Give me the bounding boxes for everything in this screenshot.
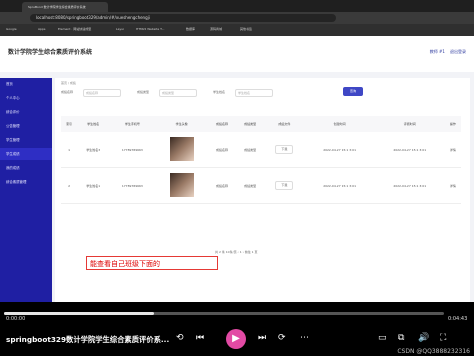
breadcrumb: 首页 / 成绩 [61, 81, 76, 85]
bookmark-item[interactable]: Element · 网站快速成型 [58, 27, 91, 31]
filter-label: 成绩名称 [61, 90, 74, 94]
cell-index: 2 [61, 167, 78, 204]
column-header: 学生头像 [155, 116, 208, 132]
column-header: 成绩名称 [207, 116, 237, 132]
browser-tab[interactable]: SpruBond 数计学院学生综合素质评价系统 [22, 2, 108, 12]
watermark: CSDN @QQ3888232316 [397, 348, 470, 355]
download-button[interactable]: 下载 [275, 181, 294, 190]
cell-avatar [155, 167, 208, 204]
bookmark-item[interactable]: Google [6, 27, 17, 31]
previous-icon[interactable]: ⏮ [196, 333, 204, 343]
cell-reviewed: 2022-04-27 15:1 3:01 [374, 132, 445, 168]
bookmark-item[interactable]: 其他书签 [240, 27, 252, 31]
fullscreen-icon[interactable]: ⛶ [440, 333, 446, 343]
cell-phone: 17789789663 [109, 132, 156, 168]
student-photo [169, 137, 194, 161]
score-name-input[interactable]: 成绩名称 [83, 89, 121, 97]
bookmark-item[interactable]: HTML5 Website T... [136, 27, 164, 31]
app-header: 数计学院学生综合素质评价系统 教师 #1 退出登录 [0, 36, 474, 72]
sidebar-item-scores[interactable]: 学生成绩 [0, 148, 52, 160]
cell-reviewed: 2022-04-27 15:1 3:01 [374, 167, 445, 204]
sidebar-item-quality[interactable]: 综合素质管理 [0, 176, 52, 188]
sidebar-item-home[interactable]: 首页 [0, 78, 52, 90]
cell-phone: 17789789663 [109, 167, 156, 204]
browser-window: SpruBond 数计学院学生综合素质评价系统 localhost:8080/s… [0, 0, 474, 302]
cell-student-name: 学生姓名3 [77, 132, 110, 168]
search-button[interactable]: 查询 [343, 87, 363, 96]
cell-actions: 详情 [444, 132, 461, 168]
total-time: 0:04:43 [448, 316, 468, 322]
filter-label: 学生姓名 [213, 90, 226, 94]
volume-icon[interactable]: 🔊 [418, 333, 429, 343]
cell-file: 下载 [264, 167, 305, 204]
filter-label: 成绩类型 [137, 90, 150, 94]
column-header: 学生手机号 [109, 116, 156, 132]
sidebar: 首页 个人中心 综合评价 公告管理 学生管理 学生成绩 我的成绩 综合素质管理 [0, 78, 52, 302]
bookmark-item[interactable]: Apps [38, 27, 45, 31]
detail-button[interactable]: 详情 [450, 184, 456, 188]
bookmarks-bar: Google Apps Element · 网站快速成型 Layui HTML5… [0, 24, 474, 36]
sidebar-item-notice[interactable]: 公告管理 [0, 120, 52, 132]
address-bar: localhost:8080/springboot329/admin/#/xue… [0, 12, 474, 24]
web-page: 数计学院学生综合素质评价系统 教师 #1 退出登录 首页 个人中心 综合评价 公… [0, 36, 474, 302]
column-header: 成绩类型 [236, 116, 265, 132]
student-photo [169, 173, 194, 197]
column-header: 评阅时间 [374, 116, 445, 132]
main-content: 首页 / 成绩 成绩名称 成绩名称 成绩类型 成绩类型 学生姓名 学生姓名 查询… [55, 78, 470, 302]
app-title: 数计学院学生综合素质评价系统 [8, 49, 93, 56]
column-header: 学生姓名 [77, 116, 110, 132]
tab-bar: SpruBond 数计学院学生综合素质评价系统 [0, 0, 474, 12]
progress-fill [4, 312, 154, 315]
column-header: 成绩文件 [264, 116, 305, 132]
cell-avatar [155, 132, 208, 168]
column-header: 创建时间 [304, 116, 375, 132]
cell-score-name: 成绩名称 [207, 167, 237, 204]
score-type-input[interactable]: 成绩类型 [159, 89, 197, 97]
cell-created: 2022-04-27 15:1 3:01 [304, 132, 375, 168]
progress-track[interactable] [4, 312, 444, 315]
cell-actions: 详情 [444, 167, 461, 204]
table-row: 1 学生姓名3 17789789663 成绩名称 成绩类型 下载 2022-04… [61, 132, 461, 168]
sidebar-item-my-scores[interactable]: 我的成绩 [0, 162, 52, 174]
play-button[interactable]: ▶ [226, 329, 246, 349]
download-button[interactable]: 下载 [275, 145, 294, 154]
more-icon[interactable]: ⋯ [300, 333, 309, 343]
table-row: 2 学生姓名1 17789789663 成绩名称 成绩类型 下载 2022-04… [61, 167, 461, 204]
pagination[interactable]: 共 2 条 10条/页 ‹ 1 › 前往 1 页 [215, 250, 258, 254]
sidebar-item-students[interactable]: 学生管理 [0, 134, 52, 146]
sidebar-item-evaluation[interactable]: 综合评价 [0, 106, 52, 118]
logout-link[interactable]: 退出登录 [450, 49, 466, 54]
pip-icon[interactable]: ⧉ [398, 333, 404, 343]
cell-score-name: 成绩名称 [207, 132, 237, 168]
header-user-links: 教师 #1 退出登录 [430, 49, 466, 55]
cell-created: 2022-04-27 15:1 3:01 [304, 167, 375, 204]
bookmark-item[interactable]: Layui [116, 27, 124, 31]
current-time: 0:00:00 [6, 316, 26, 322]
sidebar-item-profile[interactable]: 个人中心 [0, 92, 52, 104]
scores-table: 索引 学生姓名 学生手机号 学生头像 成绩名称 成绩类型 成绩文件 创建时间 评… [61, 116, 461, 204]
detail-button[interactable]: 详情 [450, 148, 456, 152]
cell-score-type: 成绩类型 [236, 167, 265, 204]
student-name-input[interactable]: 学生姓名 [235, 89, 273, 97]
rewind-icon[interactable]: ⟲ [176, 333, 184, 343]
bookmark-item[interactable]: 源码商城 [210, 27, 222, 31]
video-title: springboot329数计学院学生综合素质评价系... [6, 335, 170, 344]
overlay-caption: 能查看自己班级下面的 [86, 256, 218, 270]
user-name-link[interactable]: 教师 #1 [430, 49, 445, 54]
cell-student-name: 学生姓名1 [77, 167, 110, 204]
video-player-bar: 0:00:00 0:04:43 springboot329数计学院学生综合素质评… [0, 302, 474, 356]
forward-icon[interactable]: ⟳ [278, 333, 286, 343]
cell-index: 1 [61, 132, 78, 168]
cell-score-type: 成绩类型 [236, 132, 265, 168]
screen: SpruBond 数计学院学生综合素质评价系统 localhost:8080/s… [0, 0, 474, 356]
url-input[interactable]: localhost:8080/springboot329/admin/#/xue… [30, 14, 336, 22]
column-header: 索引 [61, 116, 78, 132]
column-header: 操作 [444, 116, 461, 132]
next-icon[interactable]: ⏭ [258, 333, 266, 343]
bookmark-item[interactable]: 数据库 [186, 27, 195, 31]
cell-file: 下载 [264, 132, 305, 168]
subtitles-icon[interactable]: ▭ [378, 333, 387, 343]
